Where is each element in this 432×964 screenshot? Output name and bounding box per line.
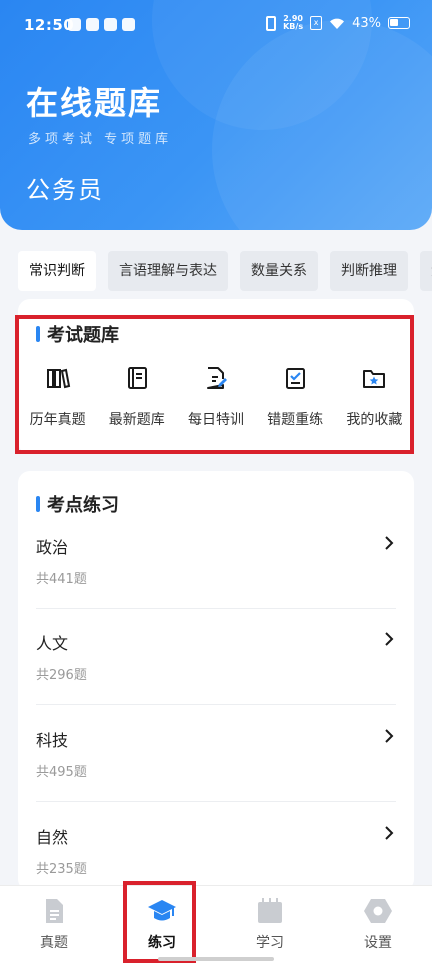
topic-count: 共495题 [36,765,87,780]
highlight-box-nav [123,881,196,963]
nav-label: 设置 [364,935,392,951]
settings-hexagon-icon [364,899,392,923]
topic-row-humanities[interactable]: 人文 共296题 [36,630,396,726]
app-title: 在线题库 [26,84,163,122]
document-icon [46,899,63,923]
practice-card: 考点练习 政治 共441题 人文 共296题 科技 共495题 自然 共235题 [18,471,414,891]
app-notification-icon [86,18,99,31]
app-notification-icon [122,18,135,31]
status-indicators: 2.90 KB/s x 43% [266,15,410,31]
topic-name: 科技 [36,731,69,750]
topic-row-technology[interactable]: 科技 共495题 [36,727,396,823]
chevron-right-icon [385,632,394,646]
exam-selector[interactable]: 公务员 [26,170,104,205]
topic-name: 自然 [36,828,69,847]
app-notification-icon [104,18,117,31]
divider [36,704,396,705]
app-notification-icon [68,18,81,31]
topic-row-politics[interactable]: 政治 共441题 [36,534,396,630]
network-speed-unit: KB/s [283,22,304,31]
chevron-right-icon [385,536,394,550]
wifi-icon [330,18,345,29]
topic-count: 共235题 [36,862,87,877]
topic-row-nature[interactable]: 自然 共235题 [36,824,396,891]
vibrate-icon [266,15,277,31]
status-bar: 12:50 2.90 KB/s x 43% [0,0,432,50]
chevron-right-icon [385,729,394,743]
nav-item-xuexi[interactable]: 学习 [216,886,324,964]
notification-icons [68,18,135,31]
network-speed: 2.90 KB/s [283,15,303,31]
tab-shuliang[interactable]: 数量关系 [240,251,318,291]
topic-count: 共296题 [36,668,87,683]
chevron-right-icon [385,826,394,840]
tab-panduan[interactable]: 判断推理 [330,251,408,291]
calendar-icon [258,898,282,923]
topic-name: 政治 [36,538,69,557]
highlight-box-exam-bank [15,315,414,454]
category-tabs: 常识判断言语理解与表达数量关系判断推理资料分析 [18,251,432,291]
header-banner: 12:50 2.90 KB/s x 43% 在线题库 多项考试 专项题库 公务员 [0,0,432,230]
app-subtitle: 多项考试 专项题库 [28,132,173,147]
divider [36,608,396,609]
practice-title-text: 考点练习 [47,495,119,516]
title-accent-bar [36,496,40,512]
tab-ziliao[interactable]: 资料分析 [420,251,432,291]
battery-icon [388,17,410,29]
tab-yanyu[interactable]: 言语理解与表达 [108,251,228,291]
divider [36,801,396,802]
status-time: 12:50 [24,16,75,34]
nav-item-zhenti[interactable]: 真题 [0,886,108,964]
sim-icon: x [310,16,323,30]
nav-label: 学习 [256,935,284,951]
bottom-navigation: 真题 练习 学习 设置 [0,885,432,964]
topic-count: 共441题 [36,572,87,587]
battery-percent: 43% [352,15,381,31]
topic-name: 人文 [36,634,69,653]
practice-title: 考点练习 [36,491,119,517]
nav-item-shezhi[interactable]: 设置 [324,886,432,964]
tab-changshi[interactable]: 常识判断 [18,251,96,291]
home-indicator [158,957,274,961]
nav-label: 真题 [40,935,68,951]
